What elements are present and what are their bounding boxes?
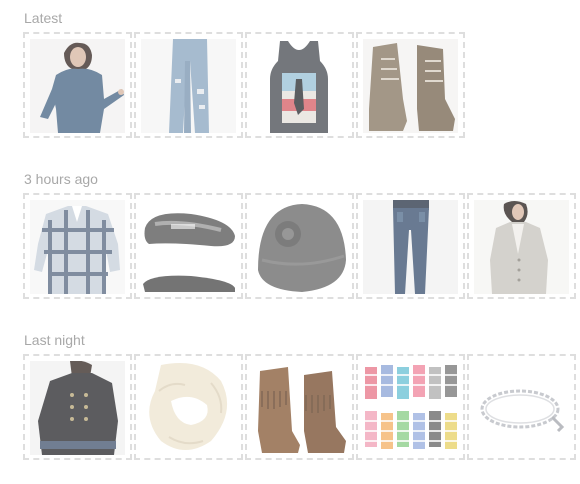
skinny-jeans-image <box>363 200 458 294</box>
section-title: Last night <box>24 332 85 348</box>
woman-blue-top-image <box>30 39 125 133</box>
ripped-jeans-image <box>141 39 236 133</box>
thumbnail-woman-blue-top[interactable] <box>23 32 132 138</box>
thumbnail-fringe-moccasin-boots[interactable] <box>245 354 354 460</box>
lace-up-boots-image <box>363 39 458 133</box>
thumbnail-skinny-jeans[interactable] <box>356 193 465 299</box>
thumbnail-row <box>23 193 578 299</box>
thumbnail-houndstooth-flats[interactable] <box>134 193 243 299</box>
knit-beanie-image <box>252 200 347 294</box>
fringe-moccasin-boots-image <box>252 361 347 455</box>
section-title: 3 hours ago <box>24 171 98 187</box>
striped-socks-image <box>363 361 458 455</box>
section-3-hours-ago: 3 hours ago <box>23 171 578 299</box>
thumbnail-row <box>23 32 467 138</box>
section-last-night: Last night <box>23 332 578 460</box>
thumbnail-graphic-tank-top[interactable] <box>245 32 354 138</box>
thumbnail-cream-knit-scarf[interactable] <box>134 354 243 460</box>
plaid-shirt-image <box>30 200 125 294</box>
thumbnail-military-jacket[interactable] <box>23 354 132 460</box>
thumbnail-lace-up-boots[interactable] <box>356 32 465 138</box>
thumbnail-silver-bracelet[interactable] <box>467 354 576 460</box>
military-jacket-image <box>30 361 125 455</box>
houndstooth-flats-image <box>141 200 236 294</box>
thumbnail-ripped-jeans[interactable] <box>134 32 243 138</box>
thumbnail-grey-cardigan[interactable] <box>467 193 576 299</box>
cream-knit-scarf-image <box>141 361 236 455</box>
thumbnail-row <box>23 354 578 460</box>
silver-bracelet-image <box>474 361 569 455</box>
section-latest: Latest <box>23 10 467 138</box>
grey-cardigan-image <box>474 200 569 294</box>
thumbnail-plaid-shirt[interactable] <box>23 193 132 299</box>
thumbnail-striped-socks[interactable] <box>356 354 465 460</box>
graphic-tank-top-image <box>252 39 347 133</box>
section-title: Latest <box>24 10 63 26</box>
thumbnail-knit-beanie[interactable] <box>245 193 354 299</box>
